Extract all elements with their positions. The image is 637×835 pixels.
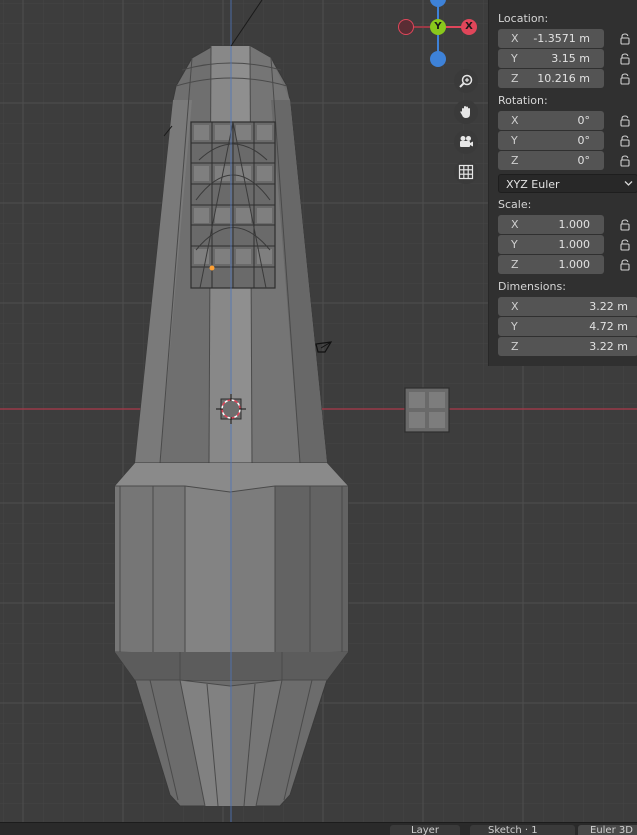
- rotation-label: Rotation:: [498, 94, 548, 107]
- lock-location-x-icon[interactable]: [619, 33, 631, 45]
- gizmo-y[interactable]: Y: [430, 19, 446, 35]
- chevron-down-icon: [624, 181, 633, 186]
- gizmo-x[interactable]: X: [461, 19, 477, 35]
- location-y-field[interactable]: Y 3.15 m: [498, 49, 604, 68]
- lock-location-y-icon[interactable]: [619, 53, 631, 65]
- camera-icon: [460, 136, 473, 147]
- lock-location-z-icon[interactable]: [619, 73, 631, 85]
- rotation-mode-dropdown[interactable]: XYZ Euler: [498, 174, 637, 193]
- 3d-viewport[interactable]: Y X Location: X -1.3571 m Y 3.15 m Z 10.…: [0, 0, 637, 822]
- lock-rotation-y-icon[interactable]: [619, 135, 631, 147]
- rotation-z-field[interactable]: Z 0°: [498, 151, 604, 170]
- 3d-cursor[interactable]: [216, 394, 246, 424]
- scale-z-field[interactable]: Z 1.000: [498, 255, 604, 274]
- lock-rotation-x-icon[interactable]: [619, 115, 631, 127]
- grid-icon: [458, 164, 474, 180]
- gizmo-neg-x[interactable]: [398, 19, 414, 35]
- status-bar: Layer Sketch · 1 Euler 3D: [0, 822, 637, 835]
- location-x-field[interactable]: X -1.3571 m: [498, 29, 604, 48]
- dimensions-x-field[interactable]: X 3.22 m: [498, 297, 637, 316]
- rotation-mode-value: XYZ Euler: [506, 178, 560, 191]
- camera-view-button[interactable]: [454, 130, 478, 154]
- pan-button[interactable]: [454, 100, 478, 124]
- gizmo-neg-z[interactable]: [430, 51, 446, 67]
- gizmo-y-label: Y: [434, 21, 442, 32]
- lock-scale-x-icon[interactable]: [619, 219, 631, 231]
- location-z-field[interactable]: Z 10.216 m: [498, 69, 604, 88]
- rotation-y-field[interactable]: Y 0°: [498, 131, 604, 150]
- scale-x-field[interactable]: X 1.000: [498, 215, 604, 234]
- selected-vertex[interactable]: [209, 265, 215, 271]
- gizmo-x-label: X: [465, 21, 473, 32]
- ortho-toggle-button[interactable]: [454, 160, 478, 184]
- zoom-icon: [459, 74, 473, 88]
- lock-scale-y-icon[interactable]: [619, 239, 631, 251]
- cube-object[interactable]: [404, 387, 450, 433]
- rotation-x-field[interactable]: X 0°: [498, 111, 604, 130]
- scale-y-field[interactable]: Y 1.000: [498, 235, 604, 254]
- lock-scale-z-icon[interactable]: [619, 259, 631, 271]
- lock-rotation-z-icon[interactable]: [619, 155, 631, 167]
- scale-label: Scale:: [498, 198, 532, 211]
- zoom-button[interactable]: [454, 69, 478, 93]
- sidebar-transform-panel: Location: X -1.3571 m Y 3.15 m Z 10.216 …: [488, 0, 637, 366]
- dimensions-z-field[interactable]: Z 3.22 m: [498, 337, 637, 356]
- hand-icon: [460, 106, 470, 118]
- dimensions-label: Dimensions:: [498, 280, 566, 293]
- location-label: Location:: [498, 12, 549, 25]
- dimensions-y-field[interactable]: Y 4.72 m: [498, 317, 637, 336]
